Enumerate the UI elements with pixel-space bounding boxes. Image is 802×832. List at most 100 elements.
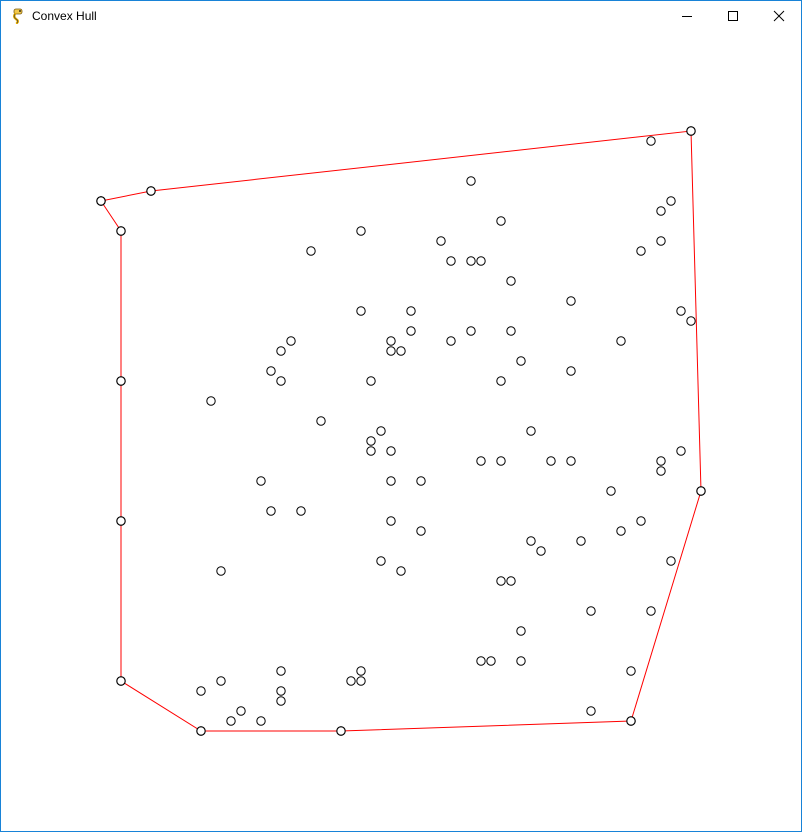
data-point [276,346,286,356]
data-point [416,476,426,486]
data-point [276,686,286,696]
data-point [266,506,276,516]
data-point [306,246,316,256]
data-point [386,336,396,346]
data-point [396,346,406,356]
data-point [486,656,496,666]
data-point [586,706,596,716]
data-point [366,446,376,456]
data-point [606,486,616,496]
data-point [476,656,486,666]
hull-plot [96,126,706,736]
data-point [466,176,476,186]
data-point [416,526,426,536]
data-point [526,536,536,546]
maximize-icon [728,11,738,21]
data-point [386,476,396,486]
data-point [566,366,576,376]
data-point [526,426,536,436]
data-point [516,356,526,366]
data-point [636,246,646,256]
data-point [346,676,356,686]
maximize-button[interactable] [710,1,756,31]
data-point [506,276,516,286]
data-point [386,516,396,526]
data-point [566,456,576,466]
hull-polyline [100,130,702,732]
data-point [466,326,476,336]
data-point [656,466,666,476]
data-point [366,436,376,446]
data-point [666,556,676,566]
data-point [196,686,206,696]
title-bar[interactable]: Convex Hull [1,1,801,31]
data-point [496,456,506,466]
data-point [406,306,416,316]
data-point [616,336,626,346]
data-point [216,566,226,576]
python-snake-icon [11,8,27,25]
data-point [236,706,246,716]
data-point [376,556,386,566]
data-point [256,476,266,486]
data-point [376,426,386,436]
data-point [626,666,636,676]
data-point [396,566,406,576]
data-point [546,456,556,466]
data-point [676,446,686,456]
minimize-button[interactable] [664,1,710,31]
data-point [446,256,456,266]
data-point [656,236,666,246]
data-point [356,666,366,676]
close-icon [773,10,785,22]
data-point [466,256,476,266]
data-point [406,326,416,336]
data-point [476,256,486,266]
data-point [356,306,366,316]
data-point [276,666,286,676]
data-point [296,506,306,516]
data-point [476,456,486,466]
data-point [636,516,646,526]
data-point [666,196,676,206]
minimize-icon [682,16,692,17]
data-point [506,326,516,336]
data-point [436,236,446,246]
data-point [516,656,526,666]
data-point [676,306,686,316]
data-point [576,536,586,546]
data-point [276,376,286,386]
data-point [536,546,546,556]
data-point [506,576,516,586]
data-point [386,346,396,356]
data-point [446,336,456,346]
data-point [356,676,366,686]
data-point [646,606,656,616]
data-point [586,606,596,616]
data-point [516,626,526,636]
data-point [686,316,696,326]
close-button[interactable] [756,1,802,31]
data-point [656,456,666,466]
data-point [616,526,626,536]
data-point [286,336,296,346]
app-window: Convex Hull [0,0,802,832]
data-point [366,376,376,386]
data-point [496,376,506,386]
data-point [206,396,216,406]
hull-canvas[interactable] [1,31,801,831]
data-point [386,446,396,456]
data-point [316,416,326,426]
data-point [256,716,266,726]
data-point [216,676,226,686]
data-point [276,696,286,706]
window-title: Convex Hull [32,9,97,23]
data-point [226,716,236,726]
data-point [496,216,506,226]
data-point [566,296,576,306]
data-point [356,226,366,236]
data-point [496,576,506,586]
data-point [646,136,656,146]
data-point [656,206,666,216]
data-point [266,366,276,376]
